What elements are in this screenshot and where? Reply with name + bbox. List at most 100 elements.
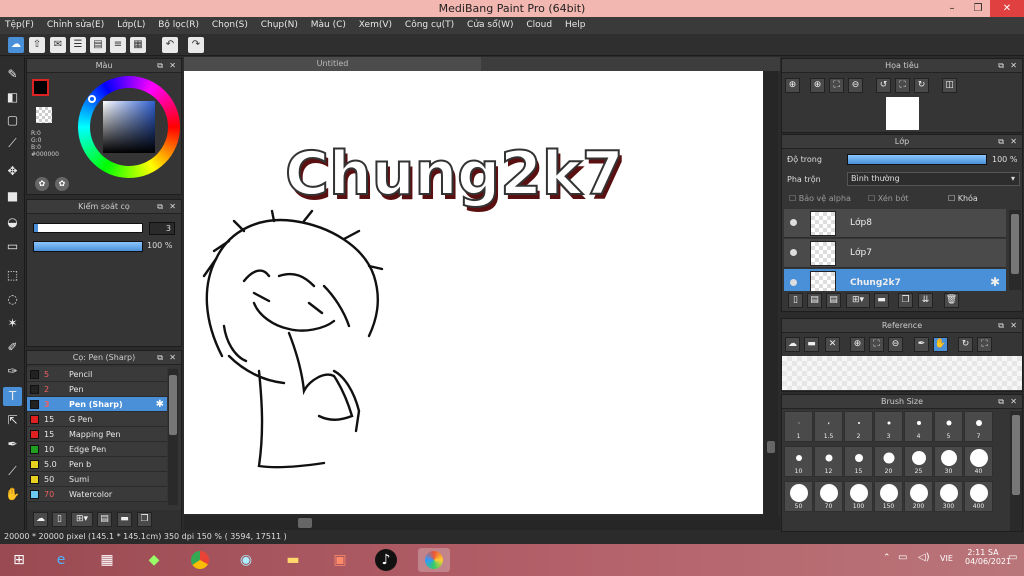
pen-line-tool-icon[interactable]: ⟋: [3, 134, 22, 153]
file-explorer-icon[interactable]: ▬: [280, 548, 306, 572]
browser-icon[interactable]: ◉: [233, 548, 259, 572]
redo-icon[interactable]: ↷: [188, 37, 204, 53]
brush-size-cell[interactable]: 150: [874, 481, 903, 512]
zoom-out-icon[interactable]: ⊖: [888, 337, 903, 352]
cloud-icon[interactable]: ☁: [8, 37, 24, 53]
flip-icon[interactable]: ◫: [942, 78, 957, 93]
visibility-icon[interactable]: [790, 249, 797, 256]
layer-row[interactable]: Lớp8: [784, 209, 1006, 238]
brush-item-selected[interactable]: 3 Pen (Sharp) ✱: [27, 397, 167, 412]
new-8bit-layer-icon[interactable]: ▤: [826, 293, 841, 308]
folder-icon[interactable]: ▬: [874, 293, 889, 308]
magic-wand-tool-icon[interactable]: ✶: [3, 314, 22, 333]
brush-size-cell[interactable]: 100: [844, 481, 873, 512]
float-icon[interactable]: ⧉: [157, 59, 163, 73]
brush-size-slider[interactable]: [33, 223, 143, 233]
fit-icon[interactable]: ⛶: [829, 78, 844, 93]
reset-view-icon[interactable]: ⛶: [977, 337, 992, 352]
internet-explorer-icon[interactable]: e: [48, 548, 74, 572]
brush-size-cell[interactable]: 200: [904, 481, 933, 512]
brush-doc-icon[interactable]: ▤: [97, 512, 112, 527]
rotate-icon[interactable]: ↻: [958, 337, 973, 352]
brush-item[interactable]: 70 Watercolor: [27, 487, 167, 502]
share-icon[interactable]: ⇧: [29, 37, 45, 53]
brush-size-cell[interactable]: 20: [874, 446, 903, 477]
background-color-swatch[interactable]: [36, 107, 52, 123]
close-icon[interactable]: ✕: [1010, 395, 1017, 409]
language-indicator[interactable]: VIE: [940, 554, 953, 563]
eyedropper-tool-icon[interactable]: ✒: [3, 435, 22, 454]
eyedropper-icon[interactable]: ✒: [914, 337, 929, 352]
brush-size-cell[interactable]: 4: [904, 411, 933, 442]
palette-icon[interactable]: ✿: [35, 177, 49, 191]
new-halftone-layer-icon[interactable]: ▤: [807, 293, 822, 308]
saturation-square[interactable]: [103, 101, 155, 153]
canvas-horizontal-scrollbar[interactable]: [184, 516, 780, 530]
brush-opacity-slider[interactable]: [33, 241, 143, 252]
brush-size-cell[interactable]: 7: [964, 411, 993, 442]
menu-color[interactable]: Màu (C): [306, 17, 351, 34]
brush-size-cell[interactable]: 10: [784, 446, 813, 477]
gear-icon[interactable]: ✱: [990, 275, 1000, 289]
close-icon[interactable]: ✕: [169, 351, 176, 365]
fill-rect-tool-icon[interactable]: ■: [3, 187, 22, 206]
tiktok-icon[interactable]: ♪: [373, 548, 399, 572]
brush-item[interactable]: 50 Sumi: [27, 472, 167, 487]
brush-tool-icon[interactable]: ✎: [3, 65, 22, 84]
bluestacks-icon[interactable]: ◆: [141, 548, 167, 572]
operation-tool-icon[interactable]: ⇱: [3, 411, 22, 430]
brush-size-cell[interactable]: 1: [784, 411, 813, 442]
brush-size-cell[interactable]: 2: [844, 411, 873, 442]
navigator-preview[interactable]: [886, 97, 919, 130]
float-icon[interactable]: ⧉: [157, 351, 163, 365]
brush-item[interactable]: 5 Pencil: [27, 367, 167, 382]
comment-icon[interactable]: ✉: [50, 37, 66, 53]
close-icon[interactable]: ✕: [1010, 319, 1017, 333]
chat-icon[interactable]: ☰: [70, 37, 86, 53]
brush-item[interactable]: 2 Pen: [27, 382, 167, 397]
windows-start-icon[interactable]: ⊞: [6, 548, 32, 572]
clock[interactable]: 2:11 SA 04/06/2021: [965, 548, 1011, 566]
close-button[interactable]: ✕: [990, 0, 1024, 17]
brush-size-cell[interactable]: 15: [844, 446, 873, 477]
protect-alpha-checkbox[interactable]: ☐ Bảo vệ alpha: [789, 194, 851, 203]
layer-scrollbar[interactable]: [1009, 210, 1021, 290]
app-icon[interactable]: ▦: [94, 548, 120, 572]
close-icon[interactable]: ✕: [1010, 135, 1017, 149]
foreground-color-swatch[interactable]: [32, 79, 49, 96]
brush-size-cell[interactable]: 70: [814, 481, 843, 512]
reset-view-icon[interactable]: ⛶: [895, 78, 910, 93]
float-icon[interactable]: ⧉: [998, 395, 1004, 409]
minimize-button[interactable]: –: [938, 0, 966, 17]
grid-icon[interactable]: ▦: [130, 37, 146, 53]
float-icon[interactable]: ⧉: [998, 135, 1004, 149]
clipping-checkbox[interactable]: ☐ Xén bớt: [868, 194, 908, 203]
add-brush-icon[interactable]: ⊞▾: [71, 512, 93, 527]
close-reference-icon[interactable]: ✕: [825, 337, 840, 352]
brush-item[interactable]: 10 Edge Pen: [27, 442, 167, 457]
undo-icon[interactable]: ↶: [162, 37, 178, 53]
zoom-in-icon[interactable]: ⊕: [850, 337, 865, 352]
zoom-icon[interactable]: ⊕: [785, 78, 800, 93]
bucket-tool-icon[interactable]: ◒: [3, 213, 22, 232]
lasso-tool-icon[interactable]: ◌: [3, 290, 22, 309]
close-icon[interactable]: ✕: [169, 200, 176, 214]
hue-marker[interactable]: [88, 95, 96, 103]
brush-size-value[interactable]: 3: [149, 222, 175, 235]
menu-cloud[interactable]: Cloud: [521, 17, 557, 34]
fit-icon[interactable]: ⛶: [869, 337, 884, 352]
zoom-in-icon[interactable]: ⊕: [810, 78, 825, 93]
document-tab[interactable]: Untitled: [184, 57, 481, 71]
new-layer-icon[interactable]: ▯: [788, 293, 803, 308]
select-rect-tool-icon[interactable]: ⬚: [3, 266, 22, 285]
chrome-icon[interactable]: [187, 548, 213, 572]
cloud-brush-icon[interactable]: ☁: [33, 512, 48, 527]
add-layer-menu-icon[interactable]: ⊞▾: [846, 293, 870, 308]
merge-layer-icon[interactable]: ⇊: [918, 293, 933, 308]
medibang-icon[interactable]: [418, 548, 450, 572]
folder-icon[interactable]: ▬: [117, 512, 132, 527]
new-brush-icon[interactable]: ▯: [52, 512, 67, 527]
network-icon[interactable]: ▭: [898, 552, 907, 563]
brush-item[interactable]: 15 G Pen: [27, 412, 167, 427]
hand-icon[interactable]: ✋: [933, 337, 948, 352]
